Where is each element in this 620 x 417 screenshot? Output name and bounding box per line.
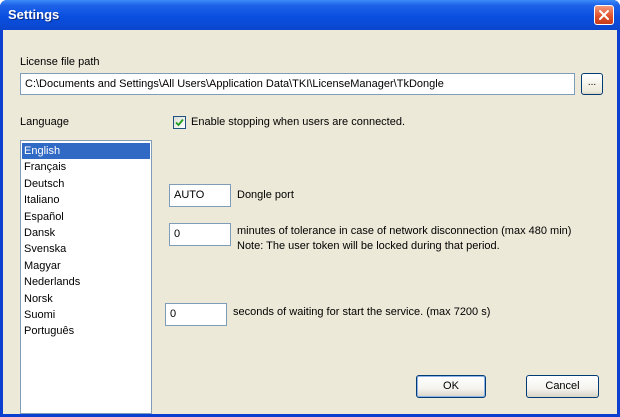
tolerance-label: minutes of tolerance in case of network … bbox=[237, 225, 572, 237]
language-option[interactable]: Norsk bbox=[22, 291, 150, 307]
language-option[interactable]: Italiano bbox=[22, 192, 150, 208]
title-bar[interactable]: Settings bbox=[0, 0, 620, 30]
settings-window: Settings License file path C:\Documents … bbox=[0, 0, 620, 417]
dongle-port-label: Dongle port bbox=[237, 189, 294, 201]
language-option[interactable]: Español bbox=[22, 209, 150, 225]
language-option[interactable]: Nederlands bbox=[22, 274, 150, 290]
language-option[interactable]: Português bbox=[22, 323, 150, 339]
language-option[interactable]: Français bbox=[22, 159, 150, 175]
language-option[interactable]: Svenska bbox=[22, 241, 150, 257]
close-icon bbox=[599, 10, 609, 20]
checkmark-icon bbox=[175, 118, 184, 127]
license-path-field[interactable]: C:\Documents and Settings\All Users\Appl… bbox=[20, 73, 575, 95]
tolerance-note: Note: The user token will be locked duri… bbox=[237, 240, 500, 252]
ok-button[interactable]: OK bbox=[416, 375, 486, 398]
enable-stopping-checkbox[interactable] bbox=[173, 116, 186, 129]
language-option[interactable]: Dansk bbox=[22, 225, 150, 241]
close-button[interactable] bbox=[594, 5, 614, 25]
dongle-port-field[interactable]: AUTO bbox=[169, 184, 231, 207]
dialog-body: License file path C:\Documents and Setti… bbox=[3, 30, 617, 414]
tolerance-field[interactable]: 0 bbox=[169, 223, 231, 246]
language-option[interactable]: Magyar bbox=[22, 258, 150, 274]
license-path-label: License file path bbox=[20, 56, 100, 68]
language-option[interactable]: Deutsch bbox=[22, 176, 150, 192]
cancel-button[interactable]: Cancel bbox=[526, 375, 599, 398]
window-title: Settings bbox=[8, 7, 60, 22]
browse-button[interactable]: ... bbox=[581, 73, 603, 95]
language-label: Language bbox=[20, 116, 69, 128]
language-option[interactable]: Suomi bbox=[22, 307, 150, 323]
language-option[interactable]: English bbox=[22, 143, 150, 160]
enable-stopping-label: Enable stopping when users are connected… bbox=[191, 116, 406, 128]
waiting-seconds-field[interactable]: 0 bbox=[165, 303, 227, 326]
language-list[interactable]: English Français Deutsch Italiano Español Dan… bbox=[20, 140, 152, 414]
waiting-seconds-label: seconds of waiting for start the service… bbox=[233, 306, 491, 318]
